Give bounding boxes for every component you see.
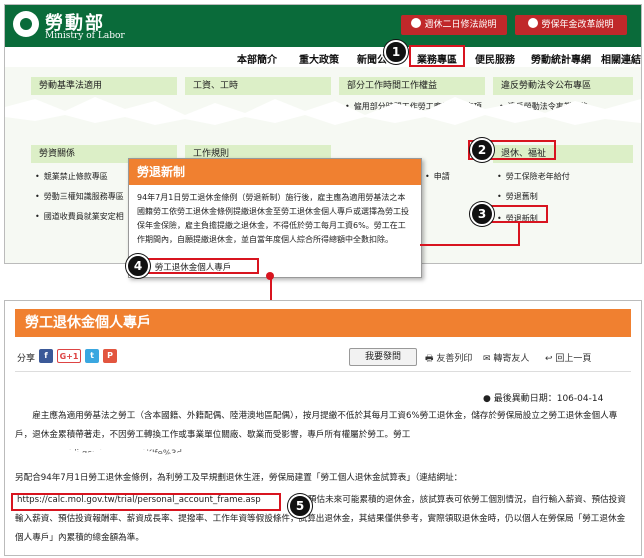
top-button-pension-reform[interactable]: 勞保年金改革說明: [515, 15, 627, 35]
bottom-screenshot: 勞工退休金個人專戶 分享 f G+1 t P 我要發問 🖶 友善列印 ✉ 轉寄友…: [4, 300, 642, 556]
paragraph-2-continued: 輸入薪資、預估投資報酬率、薪資成長率、提撥率、工作年資等假設條件，試算出退休金，…: [15, 514, 626, 543]
step-badge-1: 1: [384, 40, 408, 64]
step-badge-4: 4: [126, 254, 150, 278]
torn-edge: [5, 97, 641, 125]
paragraph-2-rest: ），預估未來可能累積的退休金，該試算表可依勞工個別情況，自行輸入薪資、預估投資報…: [295, 495, 626, 505]
paragraph-2: 另配合94年7月1日勞工退休金條例，為利勞工及早規劃退休生涯，勞保局建置「勞工個…: [15, 473, 463, 483]
ministry-logo-icon[interactable]: [13, 11, 39, 37]
nav-business-highlight: [409, 45, 465, 67]
step-badge-5: 5: [288, 494, 312, 518]
nav-news[interactable]: 新聞公: [357, 51, 387, 66]
list-item[interactable]: 國道收費員就業安定相: [35, 211, 124, 222]
logo-subtitle: Ministry of Labor: [45, 31, 125, 41]
connector-line: [420, 244, 520, 246]
info-icon: [411, 18, 422, 28]
popup-title: 勞退新制: [129, 159, 421, 185]
step-badge-2: 2: [470, 138, 494, 162]
plurk-icon[interactable]: P: [103, 349, 117, 363]
calculator-url[interactable]: https://calc.mol.gov.tw/trial/personal_a…: [17, 491, 261, 510]
nav-links[interactable]: 相關連結: [601, 51, 641, 66]
list-item[interactable]: 勞工保險老年給付: [497, 171, 570, 182]
share-label: 分享: [17, 354, 36, 364]
personal-account-link[interactable]: • 勞工退休金個人專戶: [147, 261, 231, 273]
printer-icon: 🖶: [425, 354, 434, 364]
list-item[interactable]: 勞退舊制: [497, 191, 538, 202]
connector-dot: [266, 272, 274, 280]
list-item[interactable]: 申請: [425, 171, 450, 182]
step-badge-3: 3: [470, 202, 494, 226]
site-header: 勞動部 Ministry of Labor 週休二日修法說明 勞保年金改革說明: [5, 5, 641, 47]
list-item[interactable]: 勞動三權知識服務專區: [35, 191, 124, 202]
list-item[interactable]: 競業禁止條款專區: [35, 171, 108, 182]
last-updated: ● 最後異動日期：106-04-14: [483, 394, 604, 404]
nav-statistics[interactable]: 勞動統計專網: [531, 51, 591, 66]
top-button-weekly-leave[interactable]: 週休二日修法說明: [401, 15, 507, 35]
popup-body: 94年7月1日勞工退休金條例（勞退新制）施行後，雇主應為適用勞基法之本國籍勞工依…: [137, 193, 409, 244]
twitter-icon[interactable]: t: [85, 349, 99, 363]
forward-button[interactable]: ✉ 轉寄友人: [483, 351, 529, 364]
back-arrow-icon: ↩: [545, 354, 553, 364]
google-plus-icon[interactable]: G+1: [57, 349, 81, 363]
nav-policy[interactable]: 重大政策: [299, 51, 339, 66]
torn-edge: [5, 443, 641, 467]
page-title: 勞工退休金個人專戶: [15, 309, 631, 337]
mail-icon: ✉: [483, 354, 491, 364]
back-button[interactable]: ↩ 回上一頁: [545, 351, 591, 364]
facebook-icon[interactable]: f: [39, 349, 53, 363]
connector-line: [518, 223, 520, 245]
divider: [15, 371, 631, 372]
ask-question-button[interactable]: 我要發問: [349, 348, 417, 366]
new-pension-popup: 勞退新制 94年7月1日勞工退休金條例（勞退新制）施行後，雇主應為適用勞基法之本…: [128, 158, 422, 278]
main-nav: 本部簡介 重大政策 新聞公 業務專區 便民服務 勞動統計專網 相關連結: [5, 47, 641, 69]
nav-services[interactable]: 便民服務: [475, 51, 515, 66]
print-button[interactable]: 🖶 友善列印: [425, 351, 472, 367]
new-pension-highlight: [488, 205, 548, 223]
info-icon: [528, 18, 539, 28]
nav-about[interactable]: 本部簡介: [237, 51, 277, 66]
